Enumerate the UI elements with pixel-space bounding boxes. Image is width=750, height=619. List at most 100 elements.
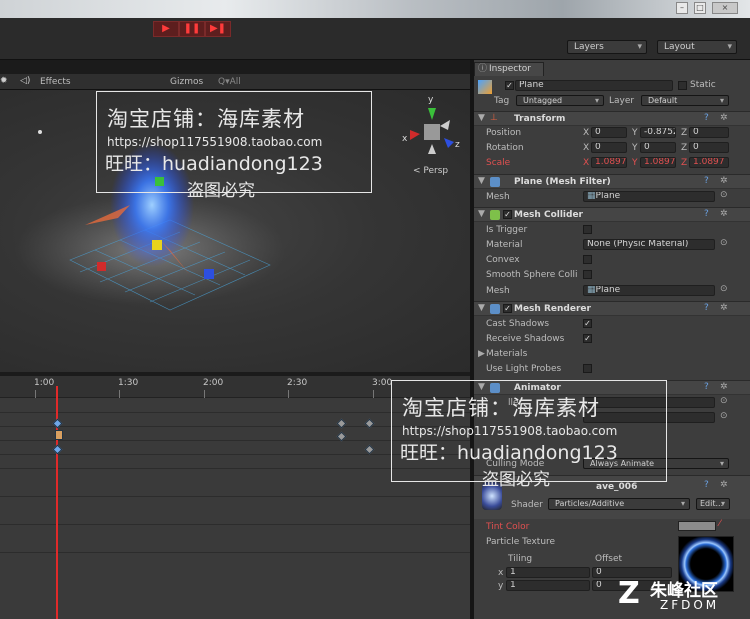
scale-x-field[interactable]: 1.0897	[591, 157, 627, 168]
static-checkbox[interactable]	[678, 81, 687, 90]
mesh-collider-icon	[490, 210, 500, 220]
sun-icon[interactable]: ✹	[0, 76, 8, 86]
gizmo-blue	[204, 269, 214, 279]
eyedropper-icon[interactable]: ⁄	[719, 519, 721, 529]
gizmo-red	[97, 262, 106, 271]
maximize-button[interactable]: □	[694, 2, 706, 14]
watermark-title: 淘宝店铺：海库素材	[402, 396, 600, 420]
tag-dropdown[interactable]: Untagged	[516, 95, 604, 106]
tiling-x-field[interactable]: 1	[506, 567, 590, 578]
gear-icon[interactable]: ✲	[720, 176, 728, 186]
ruler-tick	[373, 390, 374, 398]
watermark-title: 淘宝店铺：海库素材	[107, 107, 305, 131]
position-y-field[interactable]: -0.8752	[640, 127, 676, 138]
is-trigger-checkbox[interactable]	[583, 225, 592, 234]
keyframe-selected[interactable]	[55, 430, 63, 440]
help-icon[interactable]: ?	[704, 382, 709, 392]
layers-dropdown[interactable]: Layers	[567, 40, 647, 54]
gear-icon[interactable]: ✲	[720, 209, 728, 219]
tint-color-swatch[interactable]	[678, 521, 716, 531]
ruler-tick	[35, 390, 36, 398]
object-picker-icon[interactable]: ⊙	[720, 284, 728, 294]
gizmos-dropdown[interactable]: Gizmos	[170, 77, 203, 87]
keyframe[interactable]	[52, 444, 63, 455]
scene-search-input[interactable]: Q▾All	[218, 77, 241, 87]
foldout-arrow-icon[interactable]: ▶	[478, 349, 485, 359]
object-picker-icon[interactable]: ⊙	[720, 411, 728, 421]
rotation-z-field[interactable]: 0	[689, 142, 729, 153]
foldout-arrow-icon[interactable]: ▼	[478, 209, 485, 219]
y-axis-label: Y	[632, 143, 638, 153]
position-z-field[interactable]: 0	[689, 127, 729, 138]
smooth-sphere-checkbox[interactable]	[583, 270, 592, 279]
layer-dropdown[interactable]: Default	[641, 95, 729, 106]
rotation-y-field[interactable]: 0	[640, 142, 676, 153]
watermark-url: https://shop117551908.taobao.com	[402, 424, 618, 438]
play-button[interactable]: ▶	[153, 21, 179, 37]
mesh-field[interactable]: ▦Plane	[583, 191, 715, 202]
rotation-x-field[interactable]: 0	[591, 142, 627, 153]
scale-z-field[interactable]: 1.0897	[689, 157, 729, 168]
close-button[interactable]: ×	[712, 2, 738, 14]
mesh-collider-title: Mesh Collider	[514, 210, 583, 220]
gear-icon[interactable]: ✲	[720, 303, 728, 313]
help-icon[interactable]: ?	[704, 176, 709, 186]
offset-label: Offset	[595, 554, 623, 564]
keyframe[interactable]	[364, 444, 375, 455]
mesh-label: Mesh	[486, 192, 510, 202]
object-picker-icon[interactable]: ⊙	[720, 238, 728, 248]
smooth-sphere-label: Smooth Sphere Colli	[486, 270, 578, 280]
help-icon[interactable]: ?	[704, 209, 709, 219]
rotation-label: Rotation	[486, 143, 524, 153]
mesh-collider-header[interactable]: ▼ ✓ Mesh Collider ? ✲	[474, 207, 750, 222]
help-icon[interactable]: ?	[704, 303, 709, 313]
shader-edit-button[interactable]: Edit...	[696, 498, 730, 510]
scene-toolbar: ✹ ◁) Effects Gizmos Q▾All	[0, 74, 470, 90]
mesh-renderer-header[interactable]: ▼ ✓ Mesh Renderer ? ✲	[474, 301, 750, 316]
foldout-arrow-icon[interactable]: ▼	[478, 176, 485, 186]
materials-label[interactable]: Materials	[486, 349, 527, 359]
help-icon[interactable]: ?	[704, 113, 709, 123]
foldout-arrow-icon[interactable]: ▼	[478, 113, 485, 123]
mesh-filter-header[interactable]: ▼ Plane (Mesh Filter) ? ✲	[474, 174, 750, 189]
mesh-renderer-enabled-checkbox[interactable]: ✓	[503, 304, 512, 313]
layout-dropdown[interactable]: Layout	[657, 40, 737, 54]
gear-icon[interactable]: ✲	[720, 382, 728, 392]
minimize-button[interactable]: –	[676, 2, 688, 14]
persp-label[interactable]: < Persp	[413, 166, 448, 176]
physic-material-field[interactable]: None (Physic Material)	[583, 239, 715, 250]
x-axis-label: X	[583, 143, 590, 153]
transform-header[interactable]: ▼ ⊥ Transform ? ✲	[474, 111, 750, 126]
help-icon[interactable]: ?	[704, 480, 709, 490]
axis-y-label: y	[428, 95, 434, 105]
pause-button[interactable]: ❚❚	[179, 21, 205, 37]
light-probes-checkbox[interactable]	[583, 364, 592, 373]
foldout-arrow-icon[interactable]: ▼	[478, 303, 485, 313]
step-button[interactable]: ▶❚	[205, 21, 231, 37]
mesh-asset-icon: ▦	[587, 285, 596, 295]
active-checkbox[interactable]: ✓	[505, 81, 514, 90]
gear-icon[interactable]: ✲	[720, 113, 728, 123]
object-name-field[interactable]: Plane	[515, 80, 673, 91]
effects-dropdown[interactable]: Effects	[40, 77, 71, 87]
scale-y-field[interactable]: 1.0897	[640, 157, 676, 168]
shader-dropdown[interactable]: Particles/Additive	[548, 498, 690, 510]
gameobject-icon	[478, 80, 492, 94]
cast-shadows-checkbox[interactable]: ✓	[583, 319, 592, 328]
object-picker-icon[interactable]: ⊙	[720, 396, 728, 406]
convex-label: Convex	[486, 255, 520, 265]
mesh-collider-enabled-checkbox[interactable]: ✓	[503, 210, 512, 219]
collider-mesh-field[interactable]: ▦Plane	[583, 285, 715, 296]
watermark-warning: 盗图必究	[482, 470, 550, 490]
position-x-field[interactable]: 0	[591, 127, 627, 138]
gear-icon[interactable]: ✲	[720, 480, 728, 490]
convex-checkbox[interactable]	[583, 255, 592, 264]
audio-icon[interactable]: ◁)	[20, 76, 30, 86]
ruler-tick	[204, 390, 205, 398]
object-picker-icon[interactable]: ⊙	[720, 190, 728, 200]
receive-shadows-checkbox[interactable]: ✓	[583, 334, 592, 343]
tick-label: 1:00	[34, 378, 55, 388]
collider-mesh-label: Mesh	[486, 286, 510, 296]
inspector-tab[interactable]: ⓘ Inspector	[474, 62, 544, 76]
tiling-y-field[interactable]: 1	[506, 580, 590, 591]
